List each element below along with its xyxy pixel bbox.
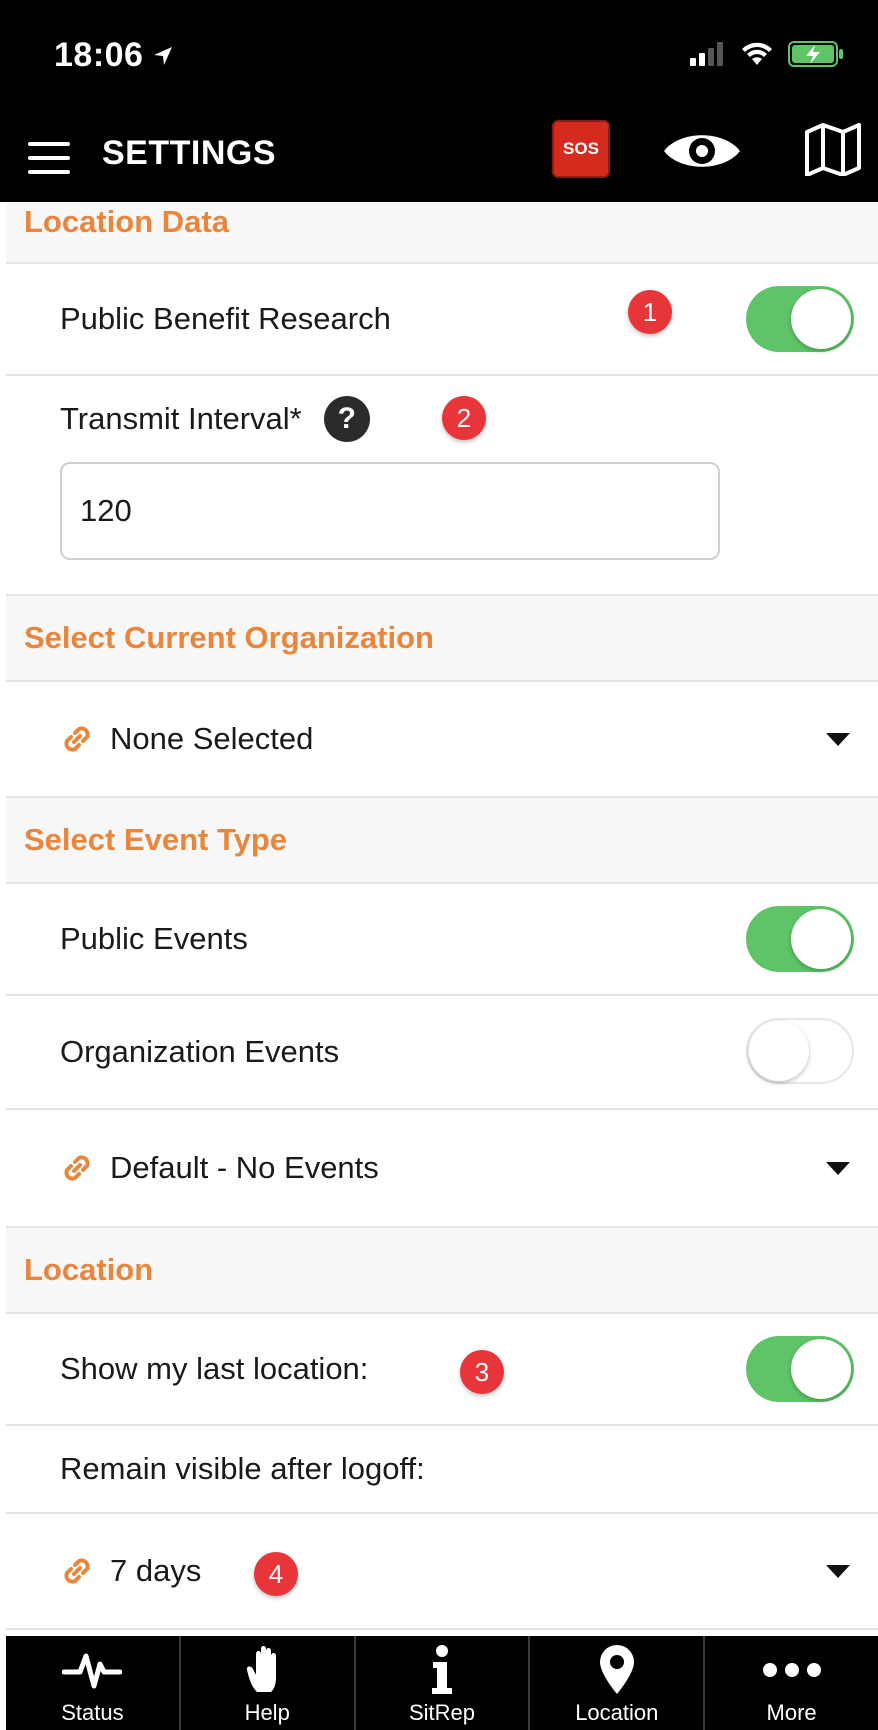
show-last-location-row: Show my last location: 3: [6, 1314, 878, 1426]
public-events-row: Public Events: [6, 884, 878, 996]
tab-label: Status: [61, 1700, 124, 1725]
menu-icon-bar: [28, 156, 70, 160]
settings-content[interactable]: Location Data Public Benefit Research 1 …: [6, 202, 878, 1636]
menu-button[interactable]: [26, 138, 72, 178]
link-icon: [64, 726, 90, 752]
public-events-label: Public Events: [60, 921, 248, 956]
link-icon: [64, 1155, 90, 1181]
status-bar: 18:06: [0, 0, 878, 116]
remain-visible-label: Remain visible after logoff:: [60, 1451, 425, 1486]
clock-text: 18:06: [54, 36, 144, 74]
section-title: Location Data: [24, 204, 229, 239]
public-events-toggle[interactable]: [746, 906, 854, 972]
location-arrow-icon: [154, 46, 173, 65]
transmit-interval-input[interactable]: [60, 462, 720, 560]
transmit-interval-label: Transmit Interval*: [60, 401, 302, 436]
tab-more[interactable]: More: [705, 1636, 878, 1730]
organization-select[interactable]: None Selected: [6, 682, 878, 798]
toggle-knob: [791, 1339, 851, 1399]
tab-label: More: [766, 1700, 817, 1725]
tab-status[interactable]: Status: [6, 1636, 181, 1730]
link-icon: [64, 1558, 90, 1584]
toggle-knob: [749, 1021, 809, 1081]
public-benefit-toggle[interactable]: [746, 286, 854, 352]
section-title: Location: [24, 1252, 154, 1287]
show-last-location-label: Show my last location:: [60, 1351, 369, 1386]
page-title: SETTINGS: [102, 134, 277, 172]
organization-events-label: Organization Events: [60, 1034, 340, 1069]
hand-icon: [245, 1642, 289, 1698]
info-icon: [427, 1642, 457, 1698]
nav-bar: SETTINGS SOS: [0, 116, 878, 202]
annotation-badge-3: 3: [460, 1350, 504, 1394]
section-header-location: Location: [6, 1228, 878, 1314]
annotation-badge-2: 2: [442, 396, 486, 440]
section-title: Select Event Type: [24, 822, 288, 857]
bottom-tab-bar: Status Help SitRep Location More: [6, 1636, 878, 1730]
organization-selected-value: None Selected: [110, 721, 314, 756]
remain-visible-row: Remain visible after logoff:: [6, 1426, 878, 1514]
chevron-down-icon: [826, 732, 850, 746]
show-last-location-toggle[interactable]: [746, 1336, 854, 1402]
toggle-knob: [791, 289, 851, 349]
more-dots-icon: [762, 1642, 822, 1698]
annotation-badge-4: 4: [254, 1552, 298, 1596]
status-time: 18:06: [54, 36, 175, 75]
event-selected-value: Default - No Events: [110, 1150, 379, 1185]
map-pin-icon: [597, 1642, 637, 1698]
section-header-organization: Select Current Organization: [6, 596, 878, 682]
organization-events-row: Organization Events: [6, 996, 878, 1110]
chevron-down-icon: [826, 1564, 850, 1578]
event-select[interactable]: Default - No Events: [6, 1110, 878, 1228]
chevron-down-icon: [826, 1161, 850, 1175]
wifi-icon: [742, 42, 772, 65]
public-benefit-row: Public Benefit Research 1: [6, 264, 878, 376]
section-header-event-type: Select Event Type: [6, 798, 878, 884]
transmit-interval-row: Transmit Interval* ? 2: [6, 376, 878, 596]
menu-icon-bar: [28, 170, 70, 174]
menu-icon-bar: [28, 142, 70, 146]
annotation-badge-1: 1: [628, 290, 672, 334]
eye-icon[interactable]: [662, 128, 742, 179]
public-benefit-label: Public Benefit Research: [60, 301, 391, 336]
status-icons: [690, 40, 844, 68]
tab-help[interactable]: Help: [181, 1636, 356, 1730]
organization-events-toggle[interactable]: [746, 1018, 854, 1084]
battery-charging-icon: [788, 41, 843, 67]
section-header-location-data: Location Data: [6, 202, 878, 264]
tab-label: Help: [244, 1700, 290, 1725]
remain-visible-select[interactable]: 7 days 4: [6, 1514, 878, 1630]
map-icon[interactable]: [804, 122, 862, 181]
tab-label: Location: [575, 1700, 659, 1725]
cellular-signal-icon: [690, 42, 723, 66]
section-title: Select Current Organization: [24, 620, 434, 655]
tab-location[interactable]: Location: [530, 1636, 706, 1730]
toggle-knob: [791, 909, 851, 969]
pulse-icon: [62, 1642, 123, 1698]
tab-sitrep[interactable]: SitRep: [356, 1636, 531, 1730]
remain-visible-selected-value: 7 days: [110, 1553, 202, 1588]
sos-button[interactable]: SOS: [552, 120, 610, 178]
tab-label: SitRep: [408, 1700, 476, 1725]
transmit-label-group: Transmit Interval* ?: [60, 396, 370, 442]
help-question-icon[interactable]: ?: [323, 396, 370, 442]
